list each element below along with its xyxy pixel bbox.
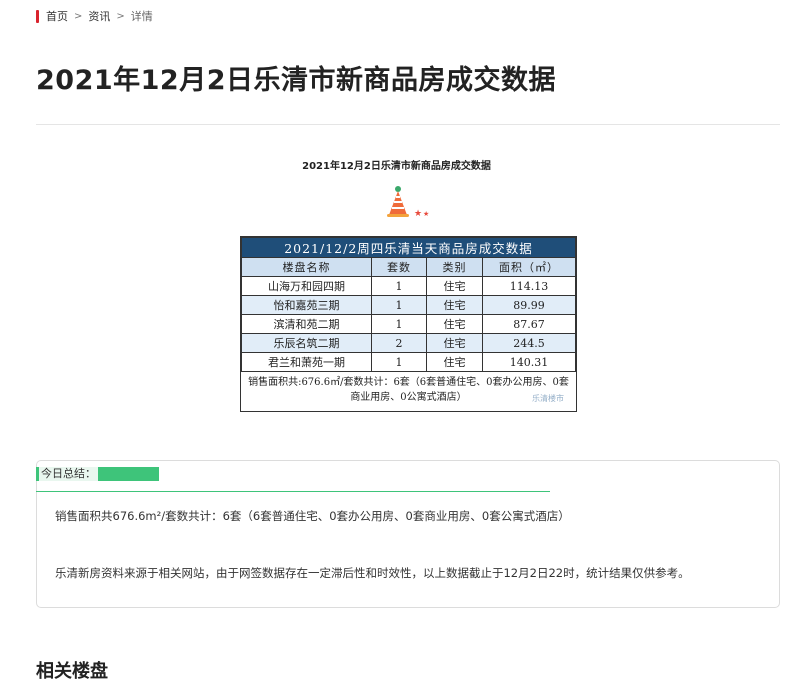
cell-type: 住宅 (426, 276, 483, 296)
transaction-table: 2021/12/2周四乐清当天商品房成交数据 楼盘名称 套数 类别 面积（㎡） … (241, 237, 576, 372)
cell-type: 住宅 (426, 352, 483, 372)
summary-label: 今日总结： (39, 467, 98, 481)
cell-project: 君兰和萧苑一期 (241, 352, 372, 372)
table-row: 怡和嘉苑三期 1 住宅 89.99 (241, 295, 576, 315)
title-divider (36, 124, 780, 125)
table-row: 君兰和萧苑一期 1 住宅 140.31 (241, 352, 576, 372)
breadcrumb-news-link[interactable]: 资讯 (88, 8, 110, 24)
breadcrumb-separator: > (74, 10, 83, 22)
table-row: 乐辰名筑二期 2 住宅 244.5 (241, 333, 576, 353)
table-header: 2021/12/2周四乐清当天商品房成交数据 (241, 237, 576, 258)
cell-units: 1 (371, 295, 427, 315)
table-row: 滨清和苑二期 1 住宅 87.67 (241, 314, 576, 334)
cell-type: 住宅 (426, 314, 483, 334)
breadcrumb-current: 详情 (130, 10, 153, 23)
cell-area: 89.99 (482, 295, 576, 315)
summary-label-bar: 今日总结： (36, 467, 159, 481)
image-caption: 2021年12月2日乐清市新商品房成交数据 (302, 161, 491, 172)
breadcrumb-home-link[interactable]: 首页 (46, 8, 68, 24)
cell-area: 244.5 (482, 333, 576, 353)
cell-area: 87.67 (482, 314, 576, 334)
breadcrumb-separator: > (116, 10, 125, 22)
column-header-area: 面积（㎡） (482, 257, 576, 277)
svg-text:★: ★ (423, 210, 429, 218)
cell-project: 乐辰名筑二期 (241, 333, 372, 353)
column-header-type: 类别 (426, 257, 483, 277)
summary-box (36, 460, 780, 608)
related-section-title: 相关楼盘 (36, 661, 108, 682)
cell-units: 1 (371, 352, 427, 372)
svg-text:★: ★ (414, 209, 422, 218)
summary-sales-text: 销售面积共676.6m²/套数共计：6套（6套普通住宅、0套办公用房、0套商业用… (55, 509, 570, 523)
summary-disclaimer-text: 乐清新房资料来源于相关网站，由于网签数据存在一定滞后性和时效性，以上数据截止于1… (55, 566, 690, 580)
page-title: 2021年12月2日乐清市新商品房成交数据 (36, 65, 557, 96)
cell-units: 1 (371, 314, 427, 334)
cell-project: 山海万和园四期 (241, 276, 372, 296)
cell-units: 1 (371, 276, 427, 296)
summary-divider (36, 491, 550, 492)
watermark: 乐清楼市 (532, 394, 564, 403)
cell-area: 114.13 (482, 276, 576, 296)
cell-units: 2 (371, 333, 427, 353)
cell-project: 滨清和苑二期 (241, 314, 372, 334)
cell-type: 住宅 (426, 333, 483, 353)
cell-project: 怡和嘉苑三期 (241, 295, 372, 315)
column-header-units: 套数 (371, 257, 427, 277)
table-footer: 销售面积共:676.6㎡/套数共计：6套（6套普通住宅、0套办公用房、0套商业用… (248, 377, 569, 403)
cell-type: 住宅 (426, 295, 483, 315)
transaction-table-image: 2021/12/2周四乐清当天商品房成交数据 楼盘名称 套数 类别 面积（㎡） … (240, 236, 577, 412)
breadcrumb-accent-bar (36, 9, 39, 23)
table-column-headers: 楼盘名称 套数 类别 面积（㎡） (241, 257, 576, 277)
breadcrumb: 首页 > 资讯 > 详情 (36, 8, 153, 24)
column-header-project: 楼盘名称 (241, 257, 372, 277)
table-row: 山海万和园四期 1 住宅 114.13 (241, 276, 576, 296)
party-hat-icon: ★ ★ (387, 186, 429, 218)
cell-area: 140.31 (482, 352, 576, 372)
